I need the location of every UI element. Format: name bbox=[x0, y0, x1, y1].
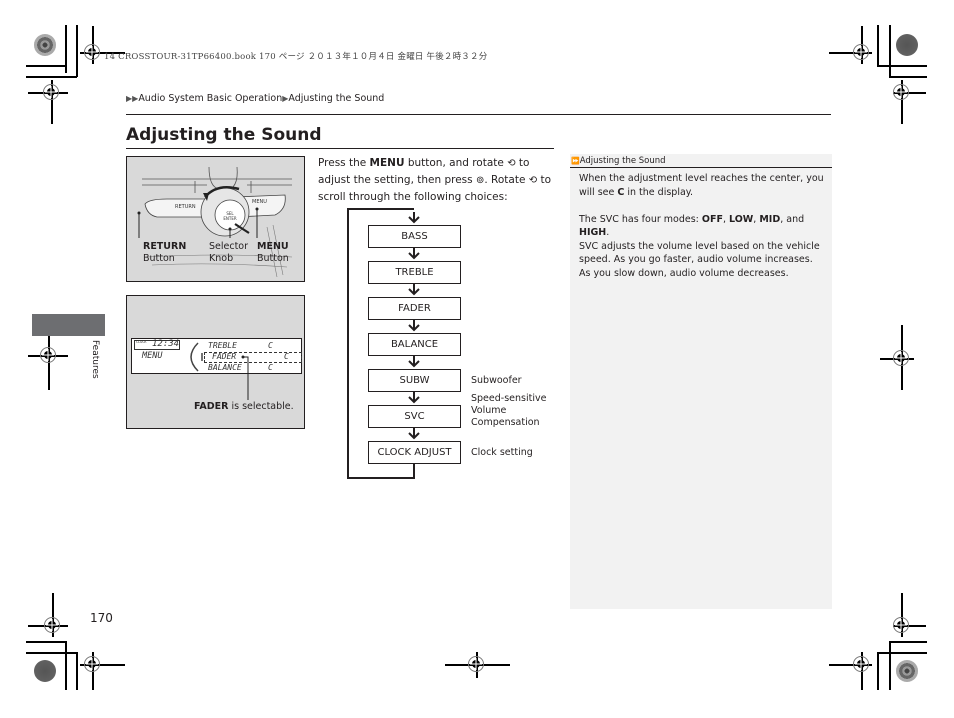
breadcrumb-arrow-icon: ▶▶ bbox=[126, 94, 139, 103]
flow-step-svc: SVC bbox=[368, 405, 461, 428]
panel-return-text: RETURN bbox=[175, 204, 196, 210]
rotate-knob-icon: ⟲ bbox=[528, 175, 538, 186]
file-header: 14 CROSSTOUR-31TP66400.book 170 ページ ２０１３… bbox=[104, 52, 488, 62]
registration-mark-icon bbox=[853, 656, 869, 672]
flow-step-treble: TREBLE bbox=[368, 261, 461, 284]
knob-text: SEL ENTER bbox=[223, 211, 237, 221]
flow-arrow-icon bbox=[408, 248, 420, 260]
sidenote-body: When the adjustment level reaches the ce… bbox=[579, 172, 824, 280]
registration-mark-icon bbox=[84, 44, 100, 60]
rotate-knob-icon: ⟲ bbox=[507, 158, 516, 169]
page-number: 170 bbox=[90, 611, 113, 625]
intro-paragraph: Press the MENU button, and rotate ⟲ to a… bbox=[318, 157, 552, 203]
sidenote-marker-icon: ⏩ bbox=[571, 157, 580, 165]
breadcrumb-item-adjusting-sound[interactable]: Adjusting the Sound bbox=[288, 93, 384, 104]
flow-arrow-icon bbox=[408, 284, 420, 296]
flow-arrow-icon bbox=[408, 356, 420, 368]
flow-arrow-icon bbox=[408, 428, 420, 440]
registration-mark-icon bbox=[853, 44, 869, 60]
page-title: Adjusting the Sound bbox=[126, 125, 322, 145]
registration-mark-icon bbox=[893, 84, 909, 100]
flow-arrow-icon bbox=[408, 320, 420, 332]
registration-mark-icon bbox=[468, 656, 484, 672]
sidenote-heading: ⏩Adjusting the Sound bbox=[570, 154, 832, 168]
sidenote-paragraph: When the adjustment level reaches the ce… bbox=[579, 173, 824, 198]
color-target-icon bbox=[896, 34, 918, 56]
sidenote-paragraph: The SVC has four modes: OFF, LOW, MID, a… bbox=[579, 213, 805, 239]
section-tab[interactable] bbox=[32, 314, 105, 336]
flow-arrow-icon bbox=[408, 392, 420, 404]
panel-menu-text: MENU bbox=[252, 199, 267, 205]
display-figure: CLOCK 12:34 MENU TREBLE C FADER C BALANC… bbox=[126, 295, 305, 429]
flow-step-balance: BALANCE bbox=[368, 333, 461, 356]
flow-note: Subwoofer bbox=[471, 375, 522, 386]
header-rule bbox=[126, 114, 831, 116]
registration-mark-icon bbox=[893, 350, 909, 366]
flow-step-subw: SUBW bbox=[368, 369, 461, 392]
flow-step-bass: BASS bbox=[368, 225, 461, 248]
registration-mark-icon bbox=[43, 84, 59, 100]
sidenote-panel: ⏩Adjusting the Sound When the adjustment… bbox=[570, 154, 832, 609]
color-target-icon bbox=[896, 660, 918, 682]
flow-step-clock-adjust: CLOCK ADJUST bbox=[368, 441, 461, 464]
color-target-icon bbox=[34, 34, 56, 56]
sidenote-paragraph: SVC adjusts the volume level based on th… bbox=[579, 240, 820, 279]
registration-mark-icon bbox=[893, 617, 909, 633]
registration-mark-icon bbox=[84, 656, 100, 672]
flow-note: Clock setting bbox=[471, 447, 533, 458]
menu-button-label: MENU Button bbox=[257, 241, 289, 264]
breadcrumb: ▶▶Audio System Basic Operation▶Adjusting… bbox=[126, 93, 384, 104]
flow-arrow-icon bbox=[408, 212, 420, 224]
registration-mark-icon bbox=[44, 617, 60, 633]
registration-mark-icon bbox=[40, 347, 56, 363]
control-panel-figure: RETURN MENU SEL ENTER RETURN Button Selec… bbox=[126, 156, 305, 282]
section-label: Features bbox=[90, 340, 100, 379]
flow-step-fader: FADER bbox=[368, 297, 461, 320]
breadcrumb-item-audio-system[interactable]: Audio System Basic Operation bbox=[138, 93, 282, 104]
title-rule bbox=[126, 148, 554, 149]
selector-knob-label: Selector Knob bbox=[209, 241, 249, 264]
return-button-label: RETURN Button bbox=[143, 241, 187, 264]
fader-callout: FADER is selectable. bbox=[194, 401, 294, 412]
color-target-icon bbox=[34, 660, 56, 682]
flow-note: Speed-sensitive Volume Compensation bbox=[471, 393, 547, 428]
